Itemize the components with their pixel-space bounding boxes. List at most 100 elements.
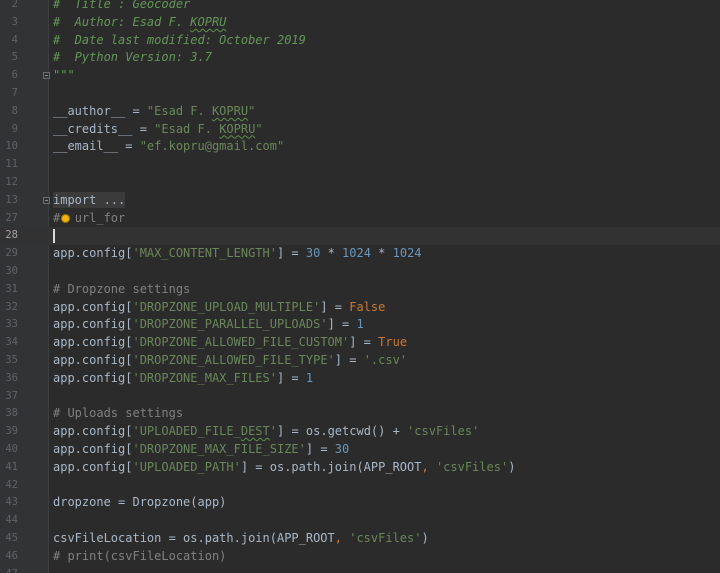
code-text[interactable]: # Date last modified: October 2019 bbox=[53, 32, 306, 50]
code-text[interactable]: # url_for bbox=[53, 210, 125, 228]
code-token: KOPRU bbox=[190, 14, 227, 29]
code-line[interactable]: 10 __email__ = "ef.kopru@gmail.com" bbox=[0, 138, 720, 156]
code-line[interactable]: 42 bbox=[0, 477, 720, 495]
code-line[interactable]: 41 app.config['UPLOADED_PATH'] = os.path.… bbox=[0, 459, 720, 477]
code-token: 'DROPZONE_MAX_FILE_SIZE' bbox=[132, 441, 306, 456]
code-token: * bbox=[370, 246, 393, 261]
code-text[interactable]: # print(csvFileLocation) bbox=[53, 548, 226, 566]
code-token: 'csvFiles' bbox=[435, 459, 509, 474]
line-number: 40 bbox=[5, 442, 18, 455]
code-token: __email__ = bbox=[53, 139, 140, 154]
code-line[interactable]: 40 app.config['DROPZONE_MAX_FILE_SIZE'] =… bbox=[0, 441, 720, 459]
code-line[interactable]: 30 bbox=[0, 263, 720, 281]
code-line[interactable]: 31 # Dropzone settings bbox=[0, 281, 720, 299]
code-line[interactable]: 4 # Date last modified: October 2019 bbox=[0, 32, 720, 50]
code-text[interactable]: app.config['DROPZONE_MAX_FILE_SIZE'] = 3… bbox=[53, 441, 349, 459]
code-line[interactable]: 35 app.config['DROPZONE_ALLOWED_FILE_TYPE… bbox=[0, 352, 720, 370]
code-token: 'DROPZONE_UPLOAD_MULTIPLE' bbox=[132, 299, 321, 314]
code-token: ] = bbox=[276, 370, 306, 385]
code-line[interactable]: 34 app.config['DROPZONE_ALLOWED_FILE_CUST… bbox=[0, 334, 720, 352]
code-text[interactable]: __credits__ = "Esad F. KOPRU" bbox=[53, 121, 263, 139]
code-text[interactable]: # Dropzone settings bbox=[53, 281, 190, 299]
code-text[interactable]: app.config['UPLOADED_FILE_DEST'] = os.ge… bbox=[53, 423, 479, 441]
code-line[interactable]: 39 app.config['UPLOADED_FILE_DEST'] = os.… bbox=[0, 423, 720, 441]
code-text[interactable]: # Python Version: 3.7 bbox=[53, 49, 212, 67]
code-token: app.config[ bbox=[53, 299, 133, 314]
code-token: # Title : Geocoder bbox=[53, 0, 191, 11]
code-text[interactable] bbox=[53, 227, 55, 245]
code-token: # print(csvFileLocation) bbox=[53, 548, 227, 563]
code-line[interactable]: 5 # Python Version: 3.7 bbox=[0, 49, 720, 67]
code-line[interactable]: 3 # Author: Esad F. KOPRU bbox=[0, 14, 720, 32]
code-token: # Python Version: 3.7 bbox=[53, 50, 212, 65]
code-line[interactable]: 33 app.config['DROPZONE_PARALLEL_UPLOADS'… bbox=[0, 316, 720, 334]
code-token: KOPRU bbox=[211, 103, 249, 118]
code-token: "Esad F. bbox=[146, 103, 212, 118]
line-number: 36 bbox=[5, 371, 18, 384]
code-line[interactable]: 32 app.config['DROPZONE_UPLOAD_MULTIPLE']… bbox=[0, 299, 720, 317]
folded-imports[interactable]: import ... bbox=[53, 191, 126, 208]
line-number: 44 bbox=[5, 514, 18, 527]
code-line[interactable]: 7 bbox=[0, 85, 720, 103]
code-line[interactable]: 44 bbox=[0, 512, 720, 530]
line-number: 46 bbox=[5, 549, 18, 562]
code-lines[interactable]: 2 # Title : Geocoder 3 # Author: Esad F. KO… bbox=[0, 0, 720, 573]
code-text[interactable]: """ bbox=[53, 67, 75, 85]
code-token: 'csvFiles' bbox=[407, 424, 480, 439]
fold-toggle-icon[interactable] bbox=[43, 196, 50, 204]
code-line[interactable]: 6 """ bbox=[0, 67, 720, 85]
code-line[interactable]: 47 bbox=[0, 566, 720, 573]
code-text[interactable]: app.config['DROPZONE_ALLOWED_FILE_TYPE']… bbox=[53, 352, 407, 370]
line-number: 11 bbox=[5, 158, 18, 171]
line-number: 31 bbox=[5, 282, 18, 295]
code-text[interactable]: csvFileLocation = os.path.join(APP_ROOT,… bbox=[53, 530, 429, 548]
code-text[interactable]: import ... bbox=[53, 191, 126, 210]
line-number: 34 bbox=[5, 336, 18, 349]
code-text[interactable]: __email__ = "ef.kopru@gmail.com" bbox=[53, 138, 284, 156]
code-text[interactable]: # Author: Esad F. KOPRU bbox=[53, 14, 226, 32]
code-line[interactable]: 43 dropzone = Dropzone(app) bbox=[0, 494, 720, 512]
code-line[interactable]: 38 # Uploads settings bbox=[0, 405, 720, 423]
code-token: KOPRU bbox=[219, 121, 256, 136]
code-editor[interactable]: 2 # Title : Geocoder 3 # Author: Esad F. KO… bbox=[0, 0, 720, 573]
code-text[interactable]: app.config['DROPZONE_PARALLEL_UPLOADS'] … bbox=[53, 316, 364, 334]
code-line[interactable]: 13 import ... bbox=[0, 191, 720, 210]
code-text[interactable]: app.config['MAX_CONTENT_LENGTH'] = 30 * … bbox=[53, 245, 422, 263]
code-line[interactable]: 27 # url_for bbox=[0, 210, 720, 228]
line-number: 12 bbox=[5, 175, 18, 188]
code-line[interactable]: 29 app.config['MAX_CONTENT_LENGTH'] = 30 … bbox=[0, 245, 720, 263]
code-text[interactable]: # Uploads settings bbox=[53, 405, 183, 423]
code-token: 1 bbox=[356, 317, 364, 332]
code-line[interactable]: 9 __credits__ = "Esad F. KOPRU" bbox=[0, 121, 720, 139]
code-text[interactable]: app.config['UPLOADED_PATH'] = os.path.jo… bbox=[53, 459, 515, 477]
code-token: 'UPLOADED_FILE_ bbox=[132, 424, 241, 439]
code-text[interactable]: # Title : Geocoder bbox=[53, 0, 190, 14]
code-line[interactable]: 12 bbox=[0, 174, 720, 192]
code-token: " bbox=[255, 121, 263, 136]
code-line[interactable]: 46 # print(csvFileLocation) bbox=[0, 548, 720, 566]
code-line[interactable]: 8 __author__ = "Esad F. KOPRU" bbox=[0, 103, 720, 121]
code-line[interactable]: 45 csvFileLocation = os.path.join(APP_ROO… bbox=[0, 530, 720, 548]
code-token: 'DROPZONE_ALLOWED_FILE_TYPE' bbox=[132, 352, 335, 367]
line-number: 28 bbox=[5, 229, 18, 242]
code-text[interactable]: app.config['DROPZONE_ALLOWED_FILE_CUSTOM… bbox=[53, 334, 407, 352]
code-token: 'DROPZONE_MAX_FILES' bbox=[132, 370, 277, 385]
code-text[interactable]: dropzone = Dropzone(app) bbox=[53, 494, 226, 512]
code-token: ] = bbox=[305, 441, 335, 456]
line-number: 3 bbox=[11, 15, 18, 28]
code-text[interactable]: __author__ = "Esad F. KOPRU" bbox=[53, 103, 255, 121]
code-text[interactable]: app.config['DROPZONE_UPLOAD_MULTIPLE'] =… bbox=[53, 299, 385, 317]
line-number: 37 bbox=[5, 389, 18, 402]
code-line[interactable]: 37 bbox=[0, 388, 720, 406]
code-line[interactable]: 36 app.config['DROPZONE_MAX_FILES'] = 1 bbox=[0, 370, 720, 388]
line-number: 43 bbox=[5, 496, 18, 509]
line-number: 32 bbox=[5, 300, 18, 313]
code-text[interactable]: app.config['DROPZONE_MAX_FILES'] = 1 bbox=[53, 370, 313, 388]
fold-toggle-icon[interactable] bbox=[43, 72, 50, 80]
code-line[interactable]: 11 bbox=[0, 156, 720, 174]
code-line[interactable]: 2 # Title : Geocoder bbox=[0, 0, 720, 14]
line-number: 30 bbox=[5, 264, 18, 277]
code-line[interactable]: 28 bbox=[0, 227, 720, 246]
code-token: ] = bbox=[334, 352, 364, 367]
code-token: app.config[ bbox=[53, 441, 133, 456]
